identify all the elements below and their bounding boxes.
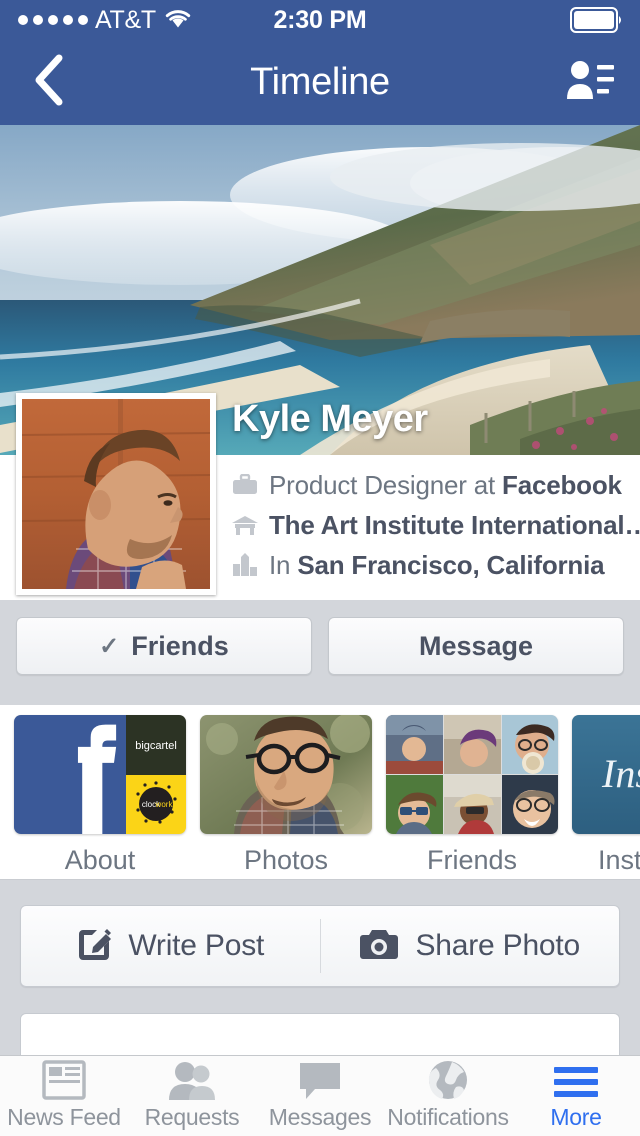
share-photo-button[interactable]: Share Photo — [321, 927, 620, 966]
checkmark-icon: ✓ — [99, 632, 119, 661]
tile-instagram[interactable]: Insta Instagram — [572, 715, 640, 876]
tile-photos-label: Photos — [200, 845, 372, 876]
tile-about-label: About — [14, 845, 186, 876]
tab-requests[interactable]: Requests — [128, 1056, 256, 1136]
profile-detail-school[interactable]: The Art Institute International… — [230, 506, 630, 544]
share-photo-label: Share Photo — [415, 929, 580, 963]
notifications-globe-icon — [426, 1061, 470, 1101]
tab-news-feed[interactable]: News Feed — [0, 1056, 128, 1136]
profile-name: Kyle Meyer — [232, 398, 428, 441]
profile-detail-school-text: The Art Institute International… — [269, 510, 640, 541]
briefcase-icon — [230, 472, 260, 498]
tab-news-feed-label: News Feed — [7, 1104, 121, 1131]
next-post-card — [20, 1013, 620, 1055]
friends-grid-image — [386, 715, 558, 834]
bottom-tab-bar: News Feed Requests Messages — [0, 1055, 640, 1136]
tile-instagram-label: Instagram — [572, 845, 640, 876]
tab-notifications[interactable]: Notifications — [384, 1056, 512, 1136]
contacts-list-icon — [565, 57, 615, 108]
instagram-wordmark: Insta — [601, 751, 640, 796]
page-title: Timeline — [0, 61, 640, 104]
write-post-label: Write Post — [128, 929, 264, 963]
contacts-button[interactable] — [562, 55, 618, 111]
clock-label: 2:30 PM — [0, 6, 640, 35]
photos-thumbnail-image — [200, 715, 372, 834]
news-feed-icon — [41, 1061, 87, 1101]
tab-messages-label: Messages — [269, 1104, 371, 1131]
profile-photo[interactable] — [16, 393, 216, 595]
composer-section: Write Post Share Photo — [0, 880, 640, 1055]
school-icon — [230, 512, 260, 538]
write-post-button[interactable]: Write Post — [21, 926, 320, 967]
message-button[interactable]: Message — [328, 617, 624, 675]
messages-icon — [297, 1061, 343, 1101]
tab-messages[interactable]: Messages — [256, 1056, 384, 1136]
clockwork-label-b: work — [155, 800, 174, 809]
profile-detail-location-text: In San Francisco, California — [269, 550, 604, 581]
profile-detail-work-text: Product Designer at Facebook — [269, 470, 622, 501]
about-collage-image: bigcartel clock work — [14, 715, 186, 834]
camera-icon — [359, 927, 399, 966]
profile-details: Product Designer at Facebook The Art Ins… — [230, 466, 630, 586]
tab-more-label: More — [550, 1104, 601, 1131]
battery-full-icon — [570, 7, 624, 33]
tile-friends[interactable]: Friends — [386, 715, 558, 876]
status-bar: AT&T 2:30 PM — [0, 0, 640, 40]
composer-bar: Write Post Share Photo — [20, 905, 620, 987]
tab-more[interactable]: More — [512, 1056, 640, 1136]
friend-requests-icon — [167, 1061, 217, 1101]
facebook-profile-screen: AT&T 2:30 PM — [0, 0, 640, 1136]
compose-icon — [76, 926, 112, 967]
city-icon — [230, 552, 260, 578]
instagram-card-image: Insta — [572, 715, 640, 834]
tab-notifications-label: Notifications — [387, 1104, 508, 1131]
friends-button[interactable]: ✓ Friends — [16, 617, 312, 675]
profile-action-buttons: ✓ Friends Message — [0, 617, 640, 692]
message-button-label: Message — [419, 631, 533, 662]
tile-photos[interactable]: Photos — [200, 715, 372, 876]
profile-detail-work[interactable]: Product Designer at Facebook — [230, 466, 630, 504]
tile-about[interactable]: bigcartel clock work — [14, 715, 186, 876]
bigcartel-label: bigcartel — [135, 740, 177, 752]
navigation-bar: Timeline — [0, 40, 640, 125]
friends-button-label: Friends — [131, 631, 229, 662]
tab-requests-label: Requests — [145, 1104, 240, 1131]
profile-tiles-row[interactable]: bigcartel clock work — [0, 705, 640, 880]
hamburger-more-icon — [550, 1061, 602, 1101]
tile-friends-label: Friends — [386, 845, 558, 876]
profile-detail-location[interactable]: In San Francisco, California — [230, 546, 630, 584]
